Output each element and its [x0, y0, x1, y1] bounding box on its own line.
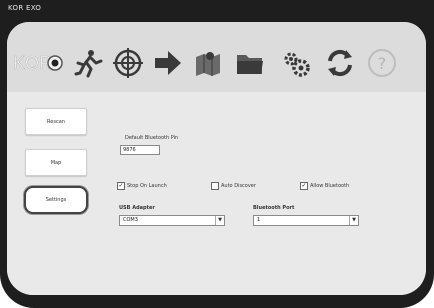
chevron-down-icon: ▼ — [215, 216, 224, 225]
help-button[interactable]: ? — [365, 46, 399, 80]
checkbox-label: Allow Bluetooth — [310, 183, 350, 189]
map-nav-button[interactable]: Map — [25, 149, 87, 176]
kor-logo: KOR — [13, 46, 65, 80]
map-icon — [196, 52, 220, 76]
content-panel: Rescan Map Settings Default Bluetooth Pi… — [7, 92, 426, 295]
refresh-button[interactable] — [323, 46, 357, 80]
device-frame: KOR EXO KOR ? Rescan Map Settings Defaul… — [0, 0, 434, 308]
refresh-icon — [328, 49, 352, 77]
usb-adapter-select[interactable]: COM3 ▼ — [119, 215, 225, 226]
folder-button[interactable] — [233, 46, 267, 80]
pin-input[interactable]: 9876 — [120, 145, 160, 155]
checkbox-box: ✓ — [117, 182, 125, 190]
auto-discover-checkbox[interactable]: Auto Discover — [211, 182, 256, 190]
app-screen: KOR ? Rescan Map Settings Default Blueto… — [7, 22, 426, 295]
chevron-down-icon: ▼ — [349, 216, 358, 225]
checkbox-label: Stop On Launch — [127, 183, 167, 189]
bluetooth-port-label: Bluetooth Port — [253, 205, 295, 211]
pin-label: Default Bluetooth Pin — [125, 135, 179, 141]
settings-gears-icon — [284, 52, 310, 77]
stop-on-launch-checkbox[interactable]: ✓ Stop On Launch — [117, 182, 167, 190]
checkbox-box — [211, 182, 219, 190]
window-title: KOR EXO — [8, 4, 42, 12]
map-button[interactable] — [191, 46, 225, 80]
target-icon — [113, 48, 143, 78]
bluetooth-port-select[interactable]: 1 ▼ — [253, 215, 359, 226]
run-button[interactable] — [71, 46, 105, 80]
folder-icon — [237, 55, 263, 74]
rescan-button[interactable]: Rescan — [25, 108, 87, 135]
usb-adapter-value: COM3 — [123, 217, 138, 223]
target-button[interactable] — [111, 46, 145, 80]
settings-nav-button[interactable]: Settings — [24, 186, 88, 214]
bluetooth-port-value: 1 — [257, 217, 261, 223]
run-icon — [74, 50, 103, 78]
help-icon: ? — [368, 49, 396, 77]
checkbox-label: Auto Discover — [221, 183, 256, 189]
toolbar: KOR ? — [7, 22, 426, 92]
usb-adapter-label: USB Adapter — [119, 205, 155, 211]
svg-text:KOR: KOR — [13, 53, 52, 73]
forward-button[interactable] — [151, 46, 185, 80]
checkbox-box: ✓ — [300, 182, 308, 190]
settings-gears-button[interactable] — [279, 46, 313, 80]
svg-text:?: ? — [378, 54, 387, 73]
allow-bluetooth-checkbox[interactable]: ✓ Allow Bluetooth — [300, 182, 349, 190]
arrow-icon — [155, 51, 181, 75]
